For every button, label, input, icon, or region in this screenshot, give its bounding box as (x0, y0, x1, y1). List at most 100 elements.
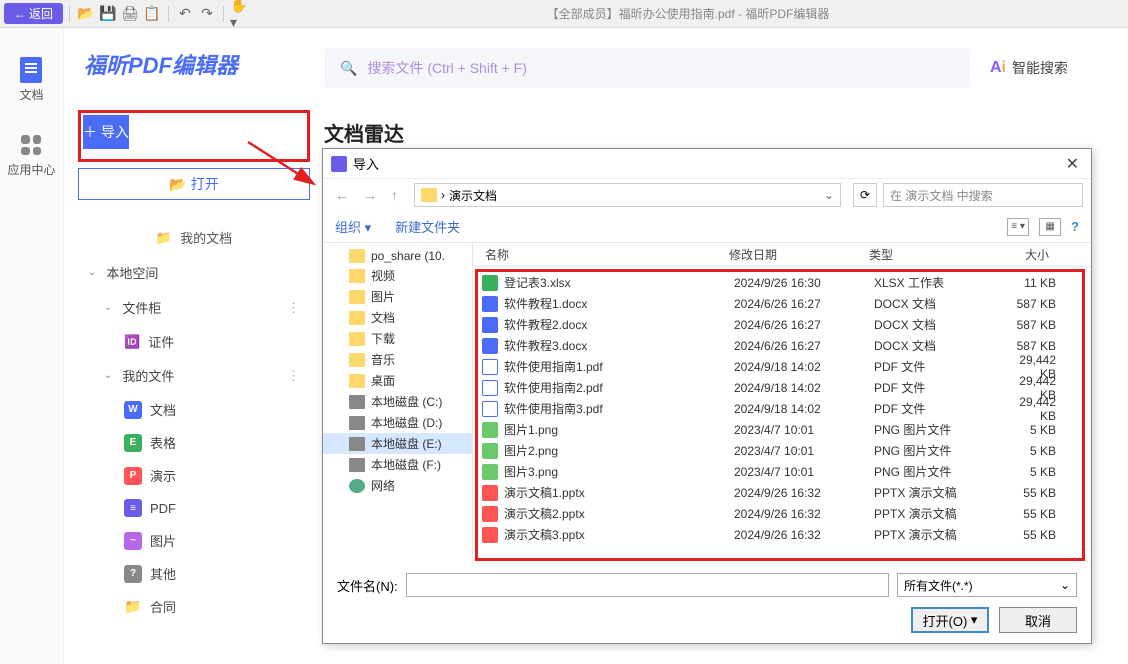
path-bar[interactable]: ›演示文档⌄ (414, 183, 841, 207)
sidebar-item-演示[interactable]: P演示 (94, 459, 310, 492)
col-date[interactable]: 修改日期 (729, 246, 869, 263)
help-button[interactable]: ? (1071, 219, 1079, 234)
save-icon[interactable]: 💾 (98, 4, 118, 24)
file-row[interactable]: 演示文稿3.pptx2024/9/26 16:32PPTX 演示文稿55 KB (478, 524, 1082, 545)
col-size[interactable]: 大小 (995, 246, 1057, 263)
file-row[interactable]: 软件使用指南1.pdf2024/9/18 14:02PDF 文件29,442 K… (478, 356, 1082, 377)
apps-tab[interactable]: 应用中心 (7, 133, 55, 178)
file-type: PPTX 演示文稿 (874, 484, 1000, 501)
nav-up-icon[interactable]: ↑ (387, 187, 402, 203)
tree-item[interactable]: 音乐 (323, 349, 472, 370)
filetype-label: PDF (150, 501, 176, 516)
my-docs-item[interactable]: 📁我的文档 (78, 220, 310, 255)
file-row[interactable]: 软件教程2.docx2024/6/26 16:27DOCX 文档587 KB (478, 314, 1082, 335)
redo-icon[interactable]: ↷ (197, 4, 217, 24)
file-row[interactable]: 演示文稿2.pptx2024/9/26 16:32PPTX 演示文稿55 KB (478, 503, 1082, 524)
file-row[interactable]: 软件使用指南3.pdf2024/9/18 14:02PDF 文件29,442 K… (478, 398, 1082, 419)
open-folder-icon[interactable]: 📂 (76, 4, 96, 24)
tree-item[interactable]: 本地磁盘 (D:) (323, 412, 472, 433)
smart-search-label: 智能搜索 (1012, 58, 1068, 78)
file-size: 29,442 KB (1000, 395, 1056, 423)
preview-pane-button[interactable]: ▦ (1039, 218, 1061, 236)
file-row[interactable]: 软件教程3.docx2024/6/26 16:27DOCX 文档587 KB (478, 335, 1082, 356)
col-type[interactable]: 类型 (869, 246, 995, 263)
tree-item[interactable]: 网络 (323, 475, 472, 496)
nav-back-icon[interactable]: ← (331, 187, 353, 203)
file-icon (482, 401, 498, 417)
filetype-icon: P (124, 467, 142, 485)
import-button[interactable]: ＋导入 (83, 115, 129, 149)
tree-icon (349, 458, 365, 472)
close-button[interactable]: ✕ (1062, 154, 1083, 174)
path-sep: › (441, 188, 445, 202)
tree-item[interactable]: 下载 (323, 328, 472, 349)
document-title: 【全部成员】福昕办公使用指南.pdf - 福昕PDF编辑器 (252, 5, 1124, 22)
tree-item[interactable]: 图片 (323, 286, 472, 307)
sidebar-item-PDF[interactable]: ≡PDF (94, 492, 310, 524)
sidebar: 福昕PDF编辑器 ＋导入 📂打开 📁我的文档 ⌄本地空间 ⌄文件柜⋮ 🆔证件 ⌄… (64, 28, 324, 664)
tree-item[interactable]: 文档 (323, 307, 472, 328)
file-type: PPTX 演示文稿 (874, 505, 1000, 522)
tree-item[interactable]: 本地磁盘 (E:) (323, 433, 472, 454)
more-icon[interactable]: ⋮ (287, 368, 300, 384)
file-row[interactable]: 图片1.png2023/4/7 10:01PNG 图片文件5 KB (478, 419, 1082, 440)
tree-item[interactable]: 桌面 (323, 370, 472, 391)
refresh-button[interactable]: ⟳ (853, 183, 877, 207)
more-icon[interactable]: ⋮ (287, 300, 300, 316)
sidebar-item-文档[interactable]: W文档 (94, 393, 310, 426)
file-size: 55 KB (1000, 528, 1056, 542)
open-button[interactable]: 📂打开 (78, 168, 310, 200)
dialog-bottom: 文件名(N): 所有文件(*.*)⌄ 打开(O) ▾ 取消 (323, 563, 1091, 643)
print-icon[interactable]: 🖨 (120, 4, 140, 24)
file-size: 587 KB (1000, 339, 1056, 353)
plus-icon: ＋ (83, 122, 97, 142)
filename-input[interactable] (406, 573, 889, 597)
copy-icon[interactable]: 📋 (142, 4, 162, 24)
search-placeholder: 在 演示文档 中搜索 (890, 187, 993, 204)
tree-item[interactable]: 本地磁盘 (F:) (323, 454, 472, 475)
back-button[interactable]: ←返回 (4, 3, 63, 24)
dialog-search-input[interactable]: 在 演示文档 中搜索 (883, 183, 1083, 207)
dialog-nav: ← → ↑ ›演示文档⌄ ⟳ 在 演示文档 中搜索 (323, 179, 1091, 211)
separator (168, 6, 169, 22)
file-name: 图片1.png (504, 421, 734, 438)
hand-icon[interactable]: ✋▾ (230, 4, 250, 24)
nav-forward-icon[interactable]: → (359, 187, 381, 203)
docs-tab[interactable]: 文档 (19, 58, 43, 103)
tree-label: 本地磁盘 (C:) (371, 393, 442, 410)
file-row[interactable]: 软件使用指南2.pdf2024/9/18 14:02PDF 文件29,442 K… (478, 377, 1082, 398)
cancel-button[interactable]: 取消 (999, 607, 1077, 633)
import-dialog: 导入 ✕ ← → ↑ ›演示文档⌄ ⟳ 在 演示文档 中搜索 组织 ▾ 新建文件… (322, 148, 1092, 644)
tree-item[interactable]: po_share (10. (323, 247, 472, 265)
sidebar-item-其他[interactable]: ?其他 (94, 557, 310, 590)
cabinet-item[interactable]: ⌄文件柜⋮ (94, 290, 310, 325)
tree-label: 本地磁盘 (E:) (371, 435, 442, 452)
folder-tree: po_share (10.视频图片文档下载音乐桌面本地磁盘 (C:) 本地磁盘 (… (323, 243, 473, 563)
tree-item[interactable]: 视频 (323, 265, 472, 286)
file-date: 2024/6/26 16:27 (734, 339, 874, 353)
file-row[interactable]: 图片2.png2023/4/7 10:01PNG 图片文件5 KB (478, 440, 1082, 461)
open-file-button[interactable]: 打开(O) ▾ (911, 607, 989, 633)
sidebar-item-合同[interactable]: 📁合同 (94, 590, 310, 623)
col-name[interactable]: 名称 (473, 246, 729, 263)
folder-icon: 📁 (156, 230, 172, 246)
file-row[interactable]: 图片3.png2023/4/7 10:01PNG 图片文件5 KB (478, 461, 1082, 482)
view-mode-button[interactable]: ≡ ▾ (1007, 218, 1029, 236)
smart-search-button[interactable]: Ai 智能搜索 (990, 58, 1098, 78)
organize-menu[interactable]: 组织 ▾ (335, 217, 371, 236)
sidebar-item-图片[interactable]: ~图片 (94, 524, 310, 557)
local-space-item[interactable]: ⌄本地空间 (78, 255, 310, 290)
search-input[interactable]: 🔍 搜索文件 (Ctrl + Shift + F) (324, 48, 970, 88)
new-folder-button[interactable]: 新建文件夹 (395, 217, 460, 236)
file-row[interactable]: 演示文稿1.pptx2024/9/26 16:32PPTX 演示文稿55 KB (478, 482, 1082, 503)
undo-icon[interactable]: ↶ (175, 4, 195, 24)
tree-item[interactable]: 本地磁盘 (C:) (323, 391, 472, 412)
cert-item[interactable]: 🆔证件 (94, 325, 310, 358)
file-date: 2023/4/7 10:01 (734, 465, 874, 479)
file-row[interactable]: 软件教程1.docx2024/6/26 16:27DOCX 文档587 KB (478, 293, 1082, 314)
file-row[interactable]: 登记表3.xlsx2024/9/26 16:30XLSX 工作表11 KB (478, 272, 1082, 293)
file-filter-dropdown[interactable]: 所有文件(*.*)⌄ (897, 573, 1077, 597)
sidebar-item-表格[interactable]: E表格 (94, 426, 310, 459)
chevron-down-icon[interactable]: ⌄ (824, 188, 834, 202)
my-files-item[interactable]: ⌄我的文件⋮ (94, 358, 310, 393)
